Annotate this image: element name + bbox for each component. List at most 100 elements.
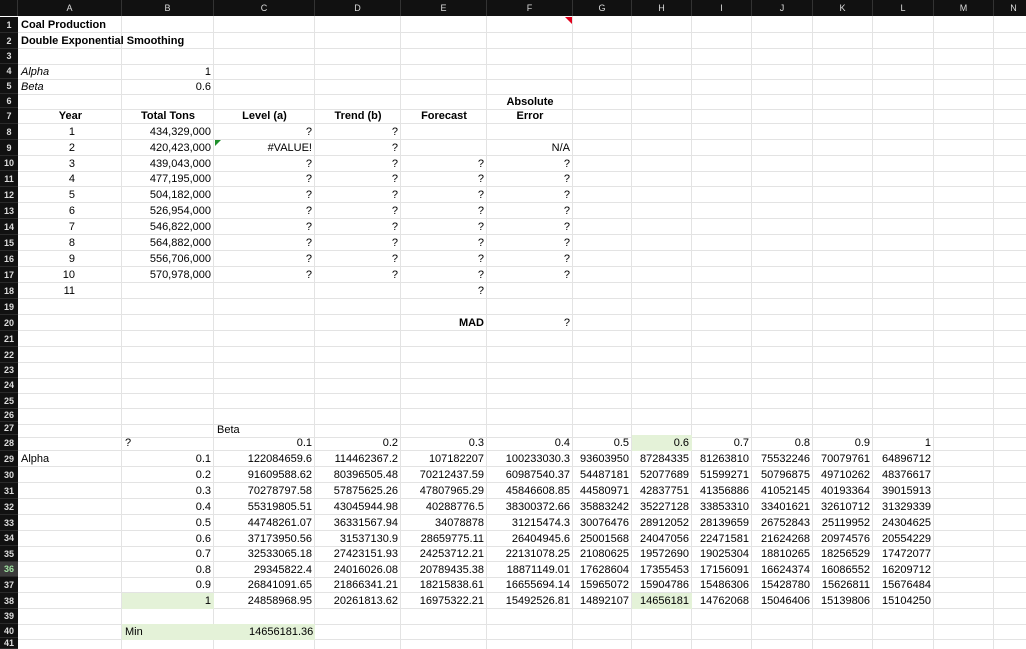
forecast-cell[interactable] xyxy=(401,124,487,140)
row-header-21[interactable]: 21 xyxy=(0,331,18,347)
forecast-cell[interactable]: ? xyxy=(401,203,487,219)
row-header-2[interactable]: 2 xyxy=(0,33,18,49)
grid-value-cell[interactable]: 15486306 xyxy=(692,577,752,593)
header-error[interactable]: Error xyxy=(487,108,573,124)
grid-value-cell[interactable]: 16975322.21 xyxy=(401,593,487,609)
grid-value-cell[interactable]: 93603950 xyxy=(573,451,632,467)
grid-value-cell[interactable]: 15139806 xyxy=(813,593,873,609)
absolute-error-cell[interactable]: ? xyxy=(487,235,573,251)
grid-beta-header[interactable]: 0.8 xyxy=(752,435,813,451)
grid-beta-header[interactable]: 0.4 xyxy=(487,435,573,451)
forecast-cell[interactable]: ? xyxy=(401,171,487,187)
year-cell[interactable]: 8 xyxy=(18,235,122,251)
grid-value-cell[interactable]: 22471581 xyxy=(692,531,752,547)
grid-value-cell[interactable]: 16086552 xyxy=(813,562,873,578)
level-cell[interactable]: ? xyxy=(214,156,315,172)
grid-alpha-label[interactable]: Alpha xyxy=(18,451,122,467)
total-tons-cell[interactable]: 526,954,000 xyxy=(122,203,214,219)
column-header-l[interactable]: L xyxy=(873,0,934,16)
year-cell[interactable]: 11 xyxy=(18,283,122,299)
grid-value-cell[interactable]: 35227128 xyxy=(632,499,692,515)
grid-value-cell[interactable]: 28659775.11 xyxy=(401,531,487,547)
grid-value-cell[interactable]: 48376617 xyxy=(873,467,934,483)
grid-value-cell[interactable]: 80396505.48 xyxy=(315,467,401,483)
forecast-cell[interactable]: ? xyxy=(401,283,487,299)
column-header-n[interactable]: N xyxy=(994,0,1026,16)
beta-label[interactable]: Beta xyxy=(18,79,122,95)
grid-value-cell[interactable]: 21624268 xyxy=(752,531,813,547)
trend-cell[interactable]: ? xyxy=(315,235,401,251)
trend-cell[interactable]: ? xyxy=(315,124,401,140)
grid-value-cell[interactable]: 14762068 xyxy=(692,593,752,609)
sheet-subtitle[interactable]: Double Exponential Smoothing xyxy=(18,33,218,49)
grid-value-cell[interactable]: 15046406 xyxy=(752,593,813,609)
absolute-error-cell[interactable]: ? xyxy=(487,219,573,235)
grid-value-cell[interactable]: 26841091.65 xyxy=(214,577,315,593)
grid-value-cell[interactable]: 24858968.95 xyxy=(214,593,315,609)
grid-value-cell[interactable]: 51599271 xyxy=(692,467,752,483)
min-label[interactable]: Min xyxy=(122,624,214,640)
column-header-b[interactable]: B xyxy=(122,0,214,16)
row-header-4[interactable]: 4 xyxy=(0,64,18,79)
row-header-5[interactable]: 5 xyxy=(0,79,18,94)
row-header-38[interactable]: 38 xyxy=(0,593,18,609)
grid-value-cell[interactable]: 49710262 xyxy=(813,467,873,483)
grid-value-cell[interactable]: 38300372.66 xyxy=(487,499,573,515)
absolute-error-cell[interactable]: ? xyxy=(487,267,573,283)
grid-value-cell[interactable]: 18215838.61 xyxy=(401,577,487,593)
grid-value-cell[interactable]: 57875625.26 xyxy=(315,483,401,499)
grid-value-cell[interactable]: 32610712 xyxy=(813,499,873,515)
trend-cell[interactable]: ? xyxy=(315,187,401,203)
grid-value-cell[interactable]: 18871149.01 xyxy=(487,562,573,578)
trend-cell[interactable]: ? xyxy=(315,251,401,267)
absolute-error-cell[interactable]: ? xyxy=(487,251,573,267)
row-header-41[interactable]: 41 xyxy=(0,638,18,649)
column-header-d[interactable]: D xyxy=(315,0,401,16)
year-cell[interactable]: 5 xyxy=(18,187,122,203)
grid-value-cell[interactable]: 20261813.62 xyxy=(315,593,401,609)
grid-beta-header[interactable]: 0.9 xyxy=(813,435,873,451)
trend-cell[interactable]: ? xyxy=(315,267,401,283)
row-header-3[interactable]: 3 xyxy=(0,49,18,64)
header-trend[interactable]: Trend (b) xyxy=(315,108,401,124)
grid-beta-header[interactable]: 0.1 xyxy=(214,435,315,451)
row-header-16[interactable]: 16 xyxy=(0,251,18,267)
grid-value-cell[interactable]: 20789435.38 xyxy=(401,562,487,578)
row-header-17[interactable]: 17 xyxy=(0,267,18,283)
grid-value-cell[interactable]: 16624374 xyxy=(752,562,813,578)
trend-cell[interactable]: ? xyxy=(315,140,401,156)
grid-value-cell[interactable]: 15676484 xyxy=(873,577,934,593)
grid-value-cell[interactable]: 29345822.4 xyxy=(214,562,315,578)
grid-value-cell[interactable]: 20974576 xyxy=(813,531,873,547)
row-header-39[interactable]: 39 xyxy=(0,609,18,624)
row-header-6[interactable]: 6 xyxy=(0,94,18,108)
row-header-22[interactable]: 22 xyxy=(0,347,18,363)
row-header-12[interactable]: 12 xyxy=(0,187,18,203)
row-header-33[interactable]: 33 xyxy=(0,515,18,531)
grid-value-cell[interactable]: 107182207 xyxy=(401,451,487,467)
grid-value-cell[interactable]: 44748261.07 xyxy=(214,515,315,531)
grid-beta-header[interactable]: 0.5 xyxy=(573,435,632,451)
grid-value-cell[interactable]: 75532246 xyxy=(752,451,813,467)
grid-value-cell[interactable]: 64896712 xyxy=(873,451,934,467)
total-tons-cell[interactable]: 564,882,000 xyxy=(122,235,214,251)
forecast-cell[interactable]: ? xyxy=(401,219,487,235)
grid-value-cell[interactable]: 87284335 xyxy=(632,451,692,467)
grid-value-cell[interactable]: 54487181 xyxy=(573,467,632,483)
grid-value-cell[interactable]: 21080625 xyxy=(573,546,632,562)
grid-value-cell[interactable]: 28139659 xyxy=(692,515,752,531)
row-header-35[interactable]: 35 xyxy=(0,546,18,562)
level-cell[interactable]: #VALUE! xyxy=(214,140,315,156)
trend-cell[interactable] xyxy=(315,283,401,299)
grid-value-cell[interactable]: 17156091 xyxy=(692,562,752,578)
absolute-error-cell[interactable]: ? xyxy=(487,156,573,172)
grid-alpha-header[interactable]: 0.7 xyxy=(122,546,214,562)
header-total-tons[interactable]: Total Tons xyxy=(122,108,214,124)
grid-value-cell[interactable]: 43045944.98 xyxy=(315,499,401,515)
grid-value-cell[interactable]: 26404945.6 xyxy=(487,531,573,547)
trend-cell[interactable]: ? xyxy=(315,203,401,219)
grid-value-cell[interactable]: 70278797.58 xyxy=(214,483,315,499)
year-cell[interactable]: 3 xyxy=(18,156,122,172)
grid-value-cell[interactable]: 31537130.9 xyxy=(315,531,401,547)
forecast-cell[interactable]: ? xyxy=(401,235,487,251)
